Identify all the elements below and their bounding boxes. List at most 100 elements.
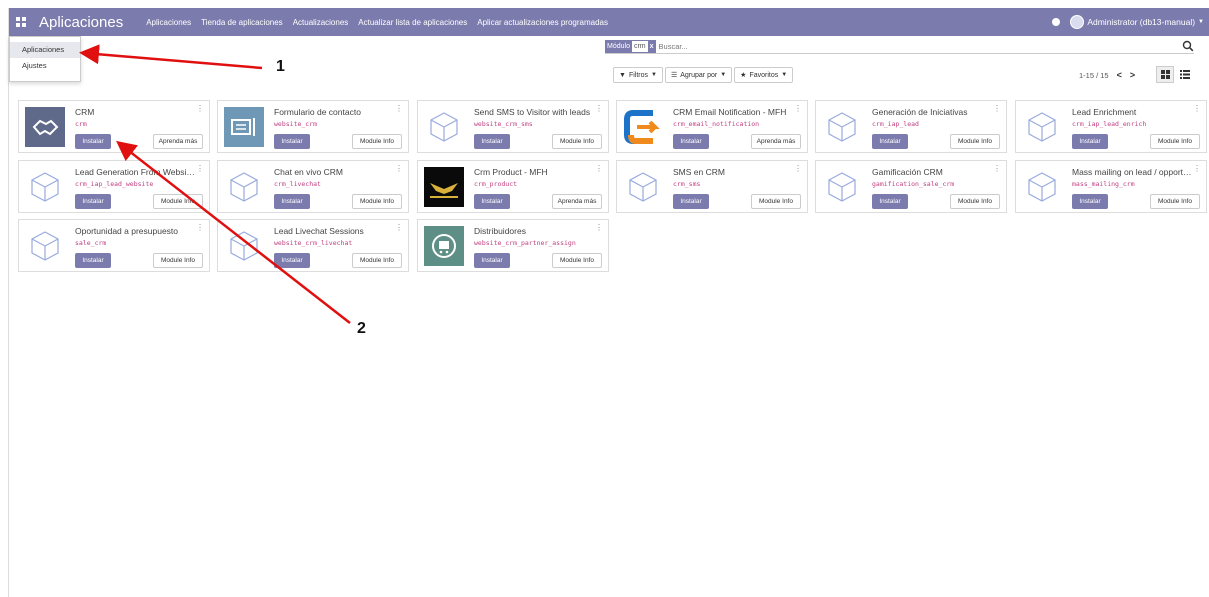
app-card[interactable]: Mass mailing on lead / opport… mass_maili… bbox=[1015, 160, 1207, 213]
contact-form-icon bbox=[224, 107, 264, 147]
cube-icon bbox=[25, 226, 65, 266]
menu-item-tienda[interactable]: Tienda de aplicaciones bbox=[200, 18, 284, 27]
apps-grid-icon[interactable] bbox=[15, 16, 27, 28]
facet-remove-icon[interactable]: x bbox=[650, 43, 654, 50]
install-button[interactable]: Instalar bbox=[75, 134, 111, 149]
kebab-menu-icon[interactable]: ⋮ bbox=[993, 105, 1001, 113]
distributor-cart-icon bbox=[424, 226, 464, 266]
kebab-menu-icon[interactable]: ⋮ bbox=[1193, 165, 1201, 173]
app-card[interactable]: Lead Enrichment crm_iap_lead_enrich Instal… bbox=[1015, 100, 1207, 153]
app-card-title: Lead Generation From Websi… bbox=[75, 167, 195, 177]
kebab-menu-icon[interactable]: ⋮ bbox=[794, 165, 802, 173]
cube-icon bbox=[25, 167, 65, 207]
module-info-button[interactable]: Aprenda más bbox=[153, 134, 203, 149]
app-card-technical-name: website_crm_partner_assign bbox=[474, 239, 576, 247]
dropdown-item-aplicaciones[interactable]: Aplicaciones bbox=[10, 42, 80, 58]
view-switcher bbox=[1156, 66, 1194, 83]
app-card-title: CRM Email Notification - MFH bbox=[673, 107, 787, 117]
module-info-button[interactable]: Module Info bbox=[352, 253, 402, 268]
pager-prev-icon[interactable]: < bbox=[1117, 70, 1122, 80]
dropdown-item-ajustes[interactable]: Ajustes bbox=[10, 58, 80, 74]
group-by-button[interactable]: ☰ Agrupar por ▼ bbox=[664, 67, 733, 83]
install-button[interactable]: Instalar bbox=[474, 194, 510, 209]
app-card[interactable]: CRM crm Instalar Aprenda más ⋮ bbox=[18, 100, 210, 153]
kebab-menu-icon[interactable]: ⋮ bbox=[196, 224, 204, 232]
module-info-button[interactable]: Module Info bbox=[552, 253, 602, 268]
module-info-button[interactable]: Module Info bbox=[1150, 134, 1200, 149]
module-info-button[interactable]: Module Info bbox=[950, 194, 1000, 209]
install-button[interactable]: Instalar bbox=[872, 134, 908, 149]
app-card-technical-name: crm_email_notification bbox=[673, 120, 760, 128]
search-input[interactable] bbox=[658, 41, 1139, 51]
app-card[interactable]: Gamificación CRM gamification_sale_crm Ins… bbox=[815, 160, 1007, 213]
app-card-title: Send SMS to Visitor with leads bbox=[474, 107, 591, 117]
user-menu[interactable]: Administrator (db13-manual) ▼ bbox=[1070, 15, 1204, 29]
debug-bug-icon[interactable] bbox=[1052, 18, 1061, 26]
module-info-button[interactable]: Module Info bbox=[352, 134, 402, 149]
install-button[interactable]: Instalar bbox=[673, 194, 709, 209]
module-info-button[interactable]: Module Info bbox=[1150, 194, 1200, 209]
filters-button[interactable]: ▼ Filtros ▼ bbox=[613, 67, 663, 83]
kebab-menu-icon[interactable]: ⋮ bbox=[395, 224, 403, 232]
facet-label: Módulo bbox=[607, 42, 630, 50]
kebab-menu-icon[interactable]: ⋮ bbox=[395, 165, 403, 173]
menu-item-actualizaciones[interactable]: Actualizaciones bbox=[292, 18, 350, 27]
install-button[interactable]: Instalar bbox=[274, 134, 310, 149]
kebab-menu-icon[interactable]: ⋮ bbox=[794, 105, 802, 113]
kebab-menu-icon[interactable]: ⋮ bbox=[196, 105, 204, 113]
facet-value: crm bbox=[631, 40, 648, 52]
app-card-technical-name: gamification_sale_crm bbox=[872, 180, 955, 188]
module-info-button[interactable]: Module Info bbox=[153, 194, 203, 209]
app-card[interactable]: Lead Livechat Sessions website_crm_livech… bbox=[217, 219, 409, 272]
app-card[interactable]: Generación de Iniciativas crm_iap_lead Ins… bbox=[815, 100, 1007, 153]
menu-item-actualizar-lista[interactable]: Actualizar lista de aplicaciones bbox=[357, 18, 468, 27]
module-info-button[interactable]: Module Info bbox=[153, 253, 203, 268]
menu-item-aplicar-actualizaciones[interactable]: Aplicar actualizaciones programadas bbox=[476, 18, 609, 27]
install-button[interactable]: Instalar bbox=[474, 253, 510, 268]
app-card[interactable]: CRM Email Notification - MFH crm_email_no… bbox=[616, 100, 808, 153]
module-info-button[interactable]: Module Info bbox=[552, 134, 602, 149]
kebab-menu-icon[interactable]: ⋮ bbox=[1193, 105, 1201, 113]
app-card[interactable]: SMS en CRM crm_sms Instalar Module Info ⋮ bbox=[616, 160, 808, 213]
list-view-button[interactable] bbox=[1176, 66, 1194, 83]
kebab-menu-icon[interactable]: ⋮ bbox=[993, 165, 1001, 173]
app-card[interactable]: Formulario de contacto website_crm Instala… bbox=[217, 100, 409, 153]
cube-icon bbox=[424, 107, 464, 147]
kebab-menu-icon[interactable]: ⋮ bbox=[395, 105, 403, 113]
menu-item-aplicaciones[interactable]: Aplicaciones bbox=[145, 18, 192, 27]
install-button[interactable]: Instalar bbox=[1072, 134, 1108, 149]
install-button[interactable]: Instalar bbox=[75, 194, 111, 209]
app-card[interactable]: Send SMS to Visitor with leads website_cr… bbox=[417, 100, 609, 153]
install-button[interactable]: Instalar bbox=[75, 253, 111, 268]
install-button[interactable]: Instalar bbox=[872, 194, 908, 209]
app-card-technical-name: crm_product bbox=[474, 180, 518, 188]
kebab-menu-icon[interactable]: ⋮ bbox=[196, 165, 204, 173]
kanban-view-button[interactable] bbox=[1156, 66, 1174, 83]
module-info-button[interactable]: Aprenda más bbox=[751, 134, 801, 149]
app-card-title: Crm Product - MFH bbox=[474, 167, 548, 177]
kebab-menu-icon[interactable]: ⋮ bbox=[595, 224, 603, 232]
module-info-button[interactable]: Aprenda más bbox=[552, 194, 602, 209]
install-button[interactable]: Instalar bbox=[274, 194, 310, 209]
app-card[interactable]: Distribuidores website_crm_partner_assign… bbox=[417, 219, 609, 272]
app-card[interactable]: Lead Generation From Websi… crm_iap_lead_… bbox=[18, 160, 210, 213]
module-info-button[interactable]: Module Info bbox=[751, 194, 801, 209]
app-card[interactable]: Chat en vivo CRM crm_livechat Instalar Modu… bbox=[217, 160, 409, 213]
pager-value[interactable]: 1-15 / 15 bbox=[1079, 71, 1109, 80]
install-button[interactable]: Instalar bbox=[474, 134, 510, 149]
star-icon: ★ bbox=[740, 72, 747, 79]
app-card[interactable]: Crm Product - MFH crm_product Instalar Apre… bbox=[417, 160, 609, 213]
module-info-button[interactable]: Module Info bbox=[950, 134, 1000, 149]
install-button[interactable]: Instalar bbox=[673, 134, 709, 149]
kebab-menu-icon[interactable]: ⋮ bbox=[595, 105, 603, 113]
kebab-menu-icon[interactable]: ⋮ bbox=[595, 165, 603, 173]
install-button[interactable]: Instalar bbox=[274, 253, 310, 268]
pager-next-icon[interactable]: > bbox=[1130, 70, 1135, 80]
app-card[interactable]: Oportunidad a presupuesto sale_crm Instala… bbox=[18, 219, 210, 272]
module-info-button[interactable]: Module Info bbox=[352, 194, 402, 209]
search-icon[interactable] bbox=[1182, 40, 1194, 52]
cube-icon bbox=[1022, 107, 1062, 147]
install-button[interactable]: Instalar bbox=[1072, 194, 1108, 209]
app-brand-title[interactable]: Aplicaciones bbox=[39, 14, 123, 31]
favorites-button[interactable]: ★ Favoritos ▼ bbox=[734, 67, 794, 83]
